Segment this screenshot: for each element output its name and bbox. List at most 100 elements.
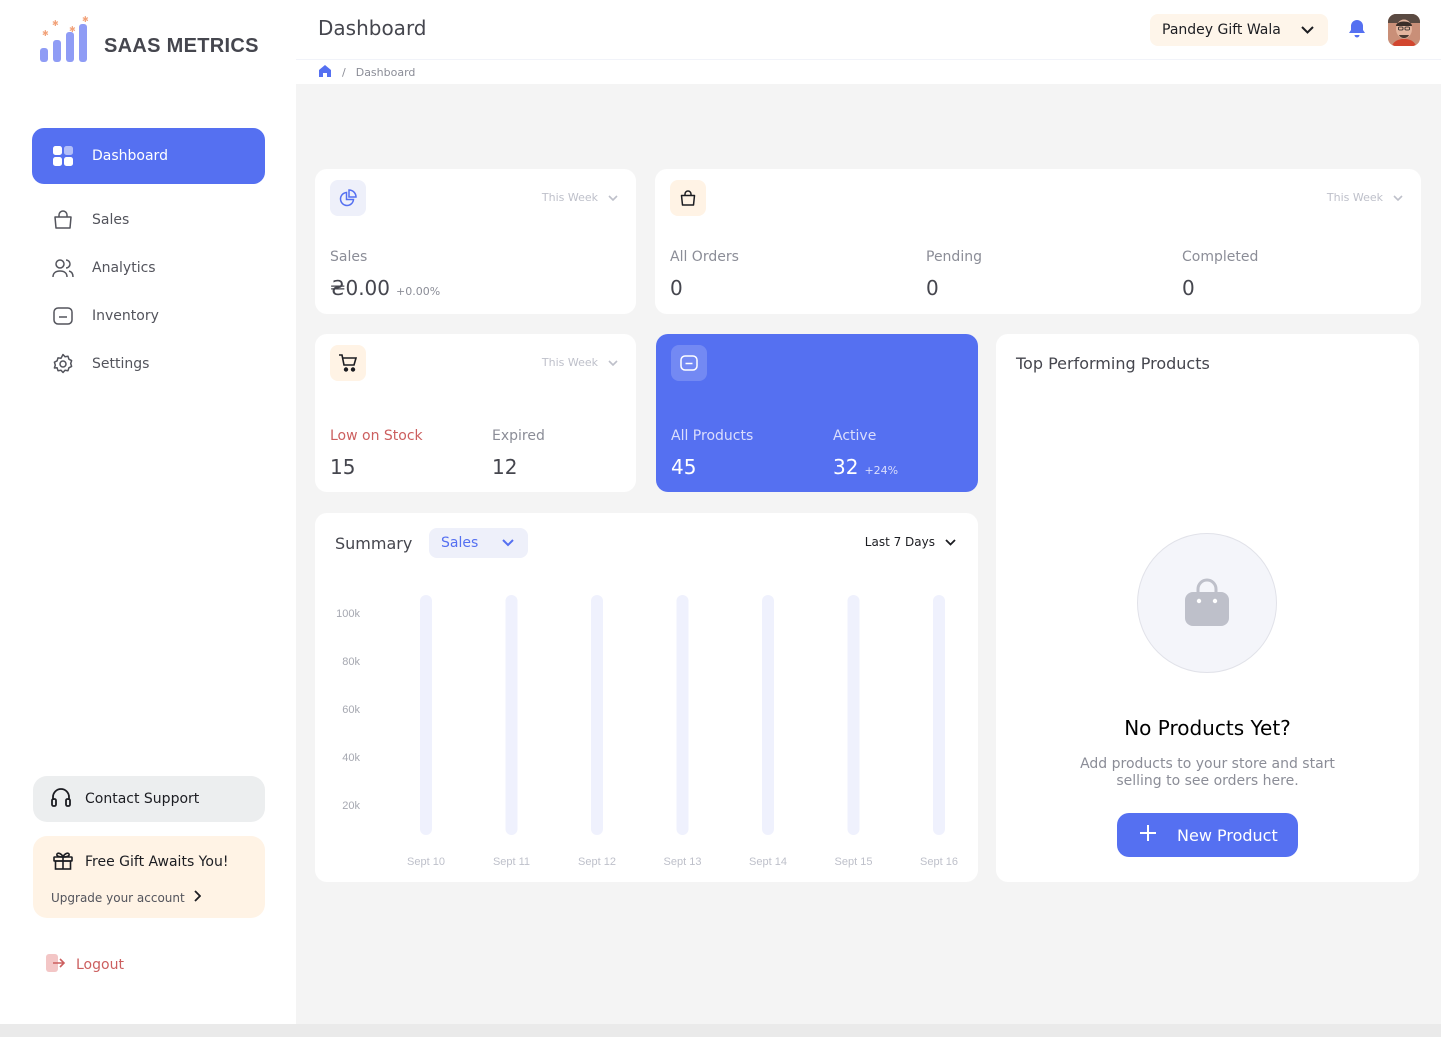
- top-products-card: Top Performing Products No Products Yet?…: [996, 334, 1419, 882]
- x-tick-label: Sept 10: [407, 856, 445, 868]
- all-orders-value: 0: [670, 276, 683, 300]
- completed-label: Completed: [1182, 249, 1259, 265]
- top-products-title: Top Performing Products: [1016, 354, 1210, 373]
- logout-icon: [44, 952, 66, 978]
- folder-icon: [671, 345, 707, 381]
- pie-chart-icon: [330, 180, 366, 216]
- sales-value: ₴0.00: [330, 276, 391, 300]
- store-name: Pandey Gift Wala: [1162, 22, 1281, 38]
- page-bottom-edge: [0, 1024, 1441, 1037]
- empty-state-title: No Products Yet?: [1124, 716, 1291, 740]
- x-tick-label: Sept 16: [920, 856, 958, 868]
- sidebar-item-settings[interactable]: Settings: [32, 336, 265, 392]
- range-label: Last 7 Days: [864, 535, 935, 549]
- bar-track: [591, 595, 603, 835]
- bag-icon: [670, 180, 706, 216]
- chevron-down-icon: [608, 356, 618, 369]
- low-stock-label: Low on Stock: [330, 428, 423, 444]
- pending-label: Pending: [926, 249, 982, 265]
- orders-period-select[interactable]: This Week: [1327, 191, 1403, 204]
- y-tick-label: 20k: [342, 800, 360, 812]
- gift-subtitle: Upgrade your account: [51, 890, 185, 905]
- grid-icon: [52, 145, 74, 167]
- bar-track: [933, 595, 945, 835]
- period-label: This Week: [541, 356, 598, 369]
- brand-name: SAAS METRICS: [104, 35, 259, 57]
- products-card: All Products 45 Active 32 +24%: [656, 334, 978, 492]
- chart-logo-icon: ✱ ✱ ✱ ✱: [38, 16, 92, 62]
- bar-track: [505, 595, 518, 835]
- active-label: Active: [833, 428, 877, 444]
- cart-icon: [330, 345, 366, 381]
- sales-card: This Week Sales ₴0.00 +0.00%: [315, 169, 636, 314]
- sales-delta: +0.00%: [396, 285, 441, 298]
- x-tick-label: Sept 15: [835, 856, 873, 868]
- expired-label: Expired: [492, 428, 545, 444]
- bar-track: [847, 595, 860, 835]
- sidebar-item-label: Analytics: [92, 260, 156, 276]
- bag-icon: [52, 209, 74, 231]
- all-orders-label: All Orders: [670, 249, 739, 265]
- folder-icon: [52, 305, 74, 327]
- x-tick-label: Sept 13: [664, 856, 702, 868]
- bar-track: [676, 595, 689, 835]
- x-tick-label: Sept 11: [493, 856, 530, 868]
- y-tick-label: 100k: [336, 608, 360, 620]
- gift-title: Free Gift Awaits You!: [85, 854, 229, 870]
- x-tick-label: Sept 14: [749, 856, 787, 868]
- sales-period-select[interactable]: This Week: [542, 191, 618, 204]
- y-tick-label: 40k: [342, 752, 360, 764]
- chevron-down-icon: [1301, 22, 1314, 38]
- period-label: This Week: [1326, 191, 1383, 204]
- headphones-icon: [49, 785, 73, 813]
- logout-button[interactable]: Logout: [44, 952, 124, 978]
- empty-state-text: Add products to your store and start sel…: [1080, 756, 1335, 789]
- orders-card: This Week All Orders 0 Pending 0 Complet…: [655, 169, 1421, 314]
- chevron-down-icon: [502, 535, 514, 551]
- upgrade-gift-card[interactable]: Free Gift Awaits You! Upgrade your accou…: [33, 836, 265, 918]
- home-icon[interactable]: [318, 64, 332, 81]
- stock-period-select[interactable]: This Week: [542, 356, 618, 369]
- low-stock-value: 15: [330, 455, 356, 479]
- contact-support-label: Contact Support: [85, 791, 200, 807]
- breadcrumb-current: Dashboard: [355, 65, 416, 79]
- gear-icon: [52, 353, 74, 375]
- sidebar-item-label: Settings: [92, 356, 150, 372]
- sales-label: Sales: [330, 249, 368, 265]
- store-selector[interactable]: Pandey Gift Wala: [1150, 14, 1328, 46]
- sidebar-item-label: Inventory: [92, 308, 159, 324]
- x-tick-label: Sept 12: [578, 856, 616, 868]
- brand-logo[interactable]: ✱ ✱ ✱ ✱ SAAS METRICS: [38, 16, 259, 62]
- bar-track: [762, 595, 774, 835]
- all-products-label: All Products: [671, 428, 754, 444]
- contact-support-button[interactable]: Contact Support: [33, 776, 265, 822]
- avatar[interactable]: [1388, 14, 1420, 46]
- plus-icon: [1139, 824, 1157, 846]
- summary-range-select[interactable]: Last 7 Days: [865, 535, 956, 549]
- summary-bar-chart: 20k 40k 60k 80k 100k Sept 10 Sept 11 Sept 12 Sep…: [336, 595, 958, 868]
- pending-value: 0: [926, 276, 939, 300]
- summary-card: Summary Sales Last 7 Days 20k 40k 60k 80k 10…: [315, 513, 978, 882]
- chevron-down-icon: [945, 535, 956, 549]
- expired-value: 12: [492, 455, 518, 479]
- logout-label: Logout: [76, 957, 124, 973]
- new-product-button[interactable]: New Product: [1117, 813, 1298, 857]
- bell-icon[interactable]: [1348, 19, 1366, 43]
- metric-label: Sales: [441, 535, 479, 551]
- sidebar-item-label: Sales: [92, 212, 130, 228]
- active-value: 32: [833, 455, 859, 479]
- gift-icon: [51, 848, 75, 876]
- summary-metric-select[interactable]: Sales: [429, 528, 528, 558]
- chevron-right-icon: [193, 890, 202, 905]
- page-title: Dashboard: [318, 16, 427, 40]
- sidebar-item-dashboard[interactable]: Dashboard: [32, 128, 265, 184]
- top-header: Dashboard Pandey Gift Wala: [296, 0, 1441, 60]
- stock-card: This Week Low on Stock 15 Expired 12: [315, 334, 636, 492]
- chevron-down-icon: [1393, 191, 1403, 204]
- period-label: This Week: [541, 191, 598, 204]
- bar-track: [420, 595, 432, 835]
- y-tick-label: 80k: [342, 656, 360, 668]
- active-delta: +24%: [864, 464, 899, 477]
- breadcrumb: / Dashboard: [296, 60, 1441, 84]
- sales-value-row: ₴0.00 +0.00%: [330, 276, 440, 300]
